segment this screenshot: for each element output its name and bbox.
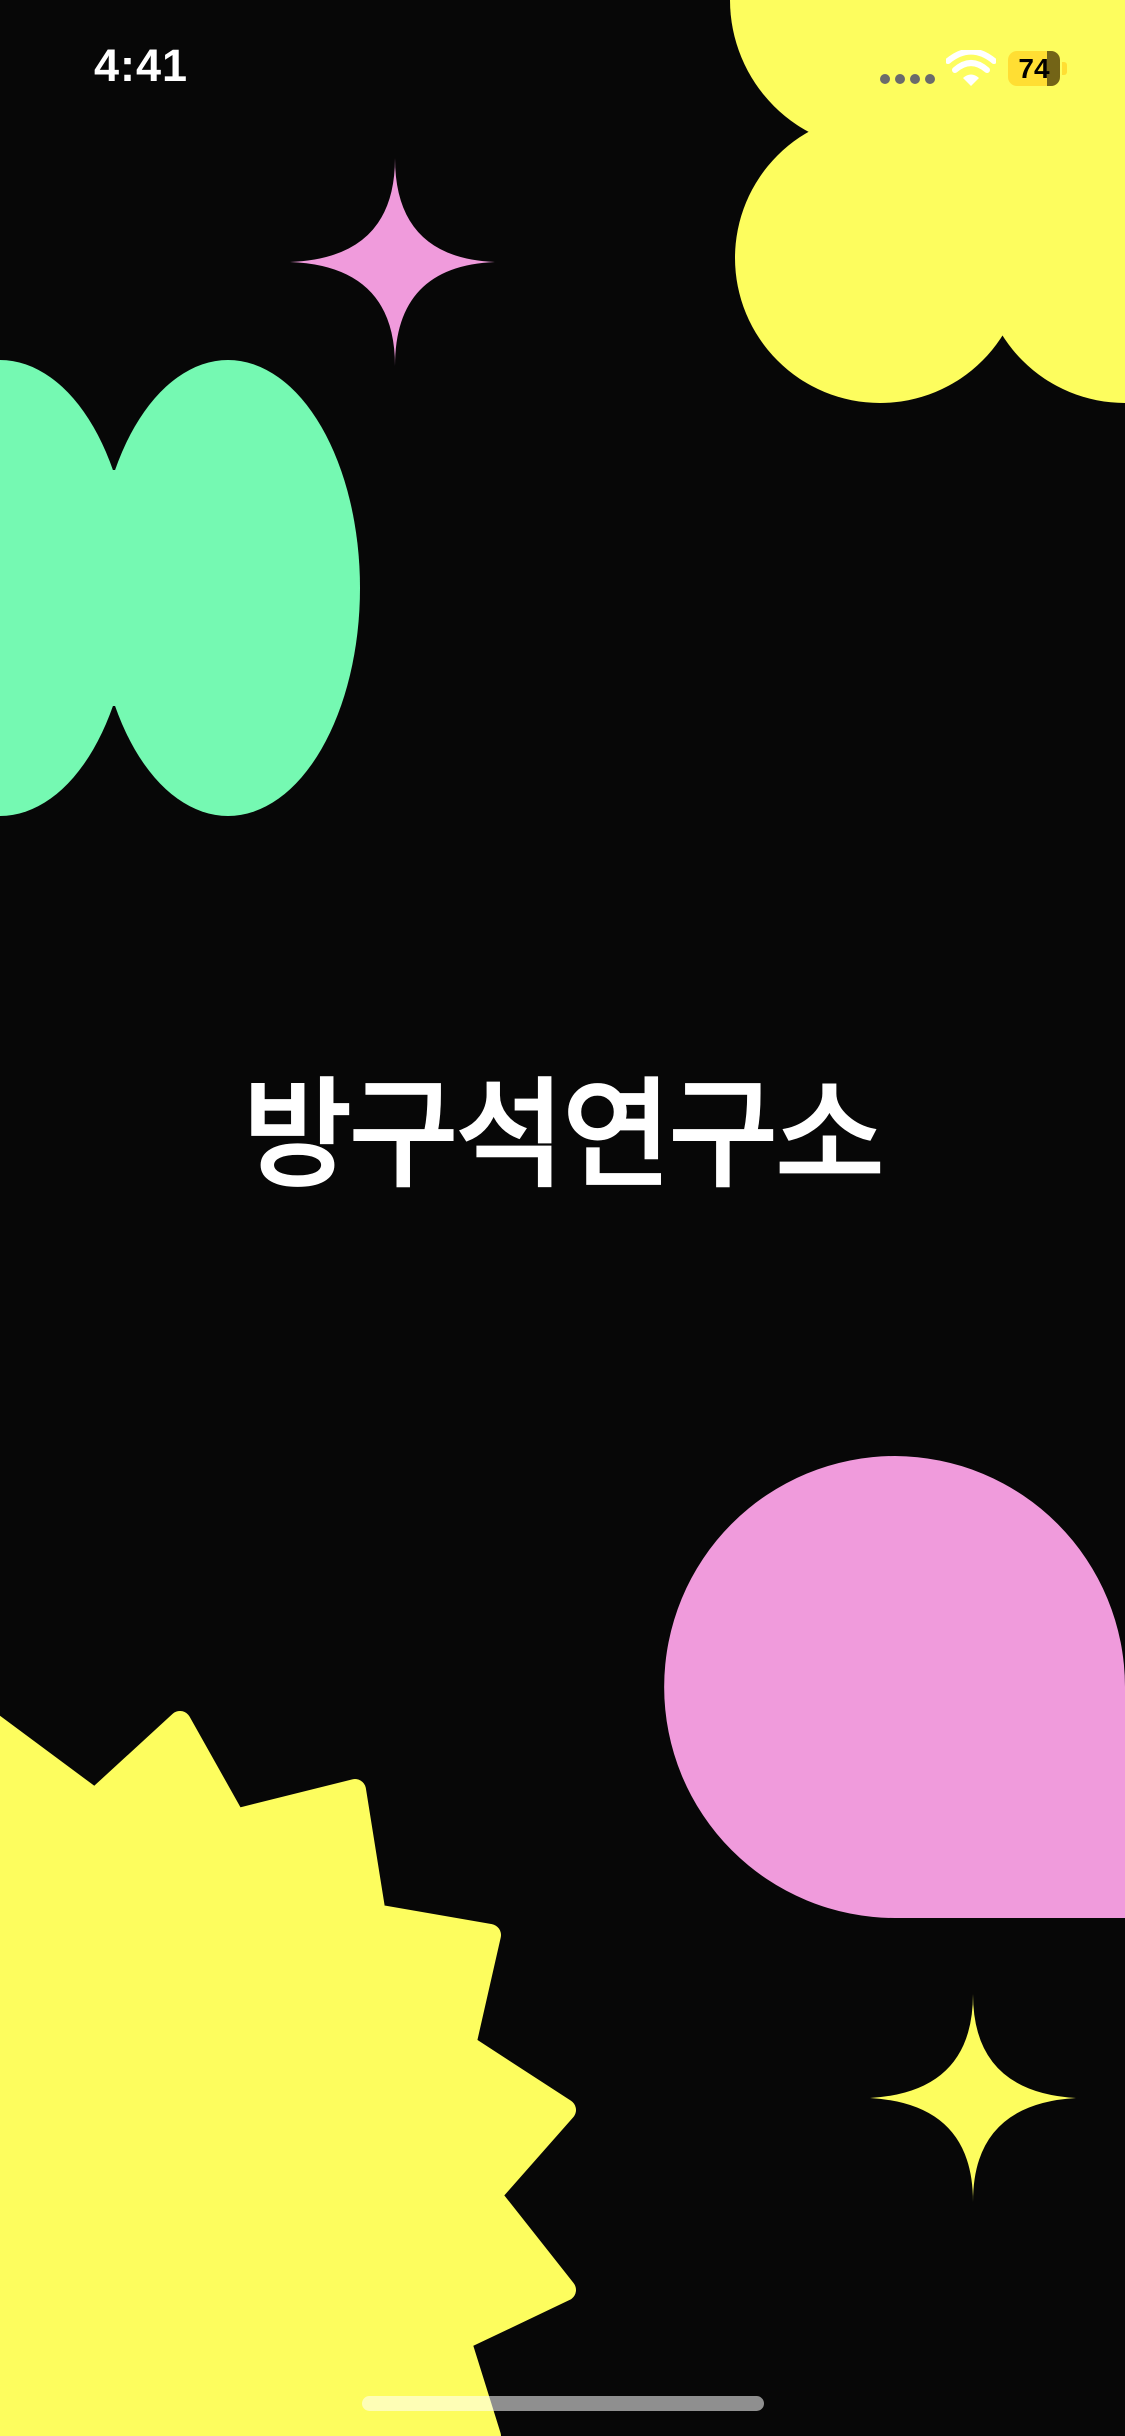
yellow-starburst-shape (0, 1711, 576, 2436)
pink-sparkle-shape (290, 158, 495, 366)
green-double-oval-shape (0, 360, 360, 816)
pink-teardrop-shape (664, 1456, 1125, 1918)
cellular-signal-icon (880, 74, 936, 86)
decorations (0, 0, 1125, 2436)
app-title: 방구석연구소 (242, 1066, 884, 1204)
battery-tip (1062, 62, 1067, 75)
battery-icon: 74 (1008, 51, 1060, 86)
battery-level: 74 (1018, 53, 1050, 84)
splash-screen: 4:41 74 방구석연구소 (0, 0, 1125, 2436)
status-bar: 4:41 74 (0, 0, 1125, 140)
home-indicator[interactable] (362, 2396, 764, 2411)
yellow-sparkle-shape (870, 1994, 1076, 2202)
wifi-icon (946, 50, 996, 86)
status-time: 4:41 (94, 40, 189, 91)
